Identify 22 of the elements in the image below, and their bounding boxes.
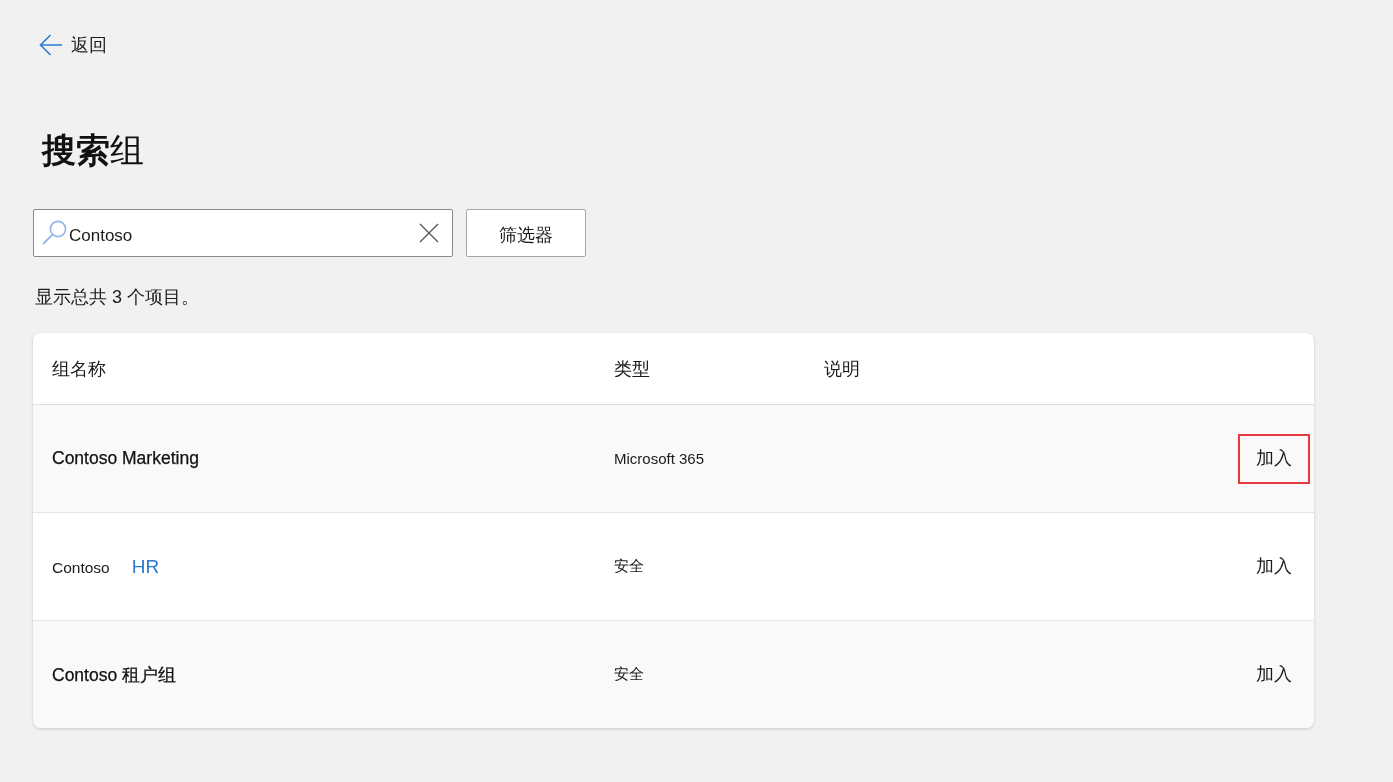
join-button[interactable]: 加入: [1238, 649, 1310, 700]
group-type: Microsoft 365: [614, 450, 705, 467]
column-header: 说明: [824, 357, 860, 381]
group-type: 安全: [614, 557, 644, 576]
search-field[interactable]: Contoso: [33, 209, 453, 257]
back-link[interactable]: 返回: [39, 33, 107, 57]
group-name-link[interactable]: HR: [131, 555, 160, 578]
close-icon: [419, 223, 439, 243]
page-title: 搜索组: [42, 130, 144, 170]
clear-button[interactable]: [419, 223, 439, 243]
column-header: 类型: [614, 357, 650, 381]
column-header: 组名称: [52, 357, 106, 381]
group-name: Contoso: [52, 558, 110, 577]
back-arrow-icon: [39, 34, 63, 56]
join-button[interactable]: 加入: [1238, 541, 1310, 592]
filter-button[interactable]: 筛选器: [466, 209, 586, 257]
group-name: Contoso Marketing: [52, 448, 199, 469]
group-type: 安全: [614, 665, 644, 684]
group-name: Contoso 租户组: [52, 663, 177, 687]
search-icon: [42, 220, 67, 245]
join-button[interactable]: 加入: [1238, 433, 1310, 484]
result-count: 显示总共 3 个项目。: [35, 286, 199, 309]
